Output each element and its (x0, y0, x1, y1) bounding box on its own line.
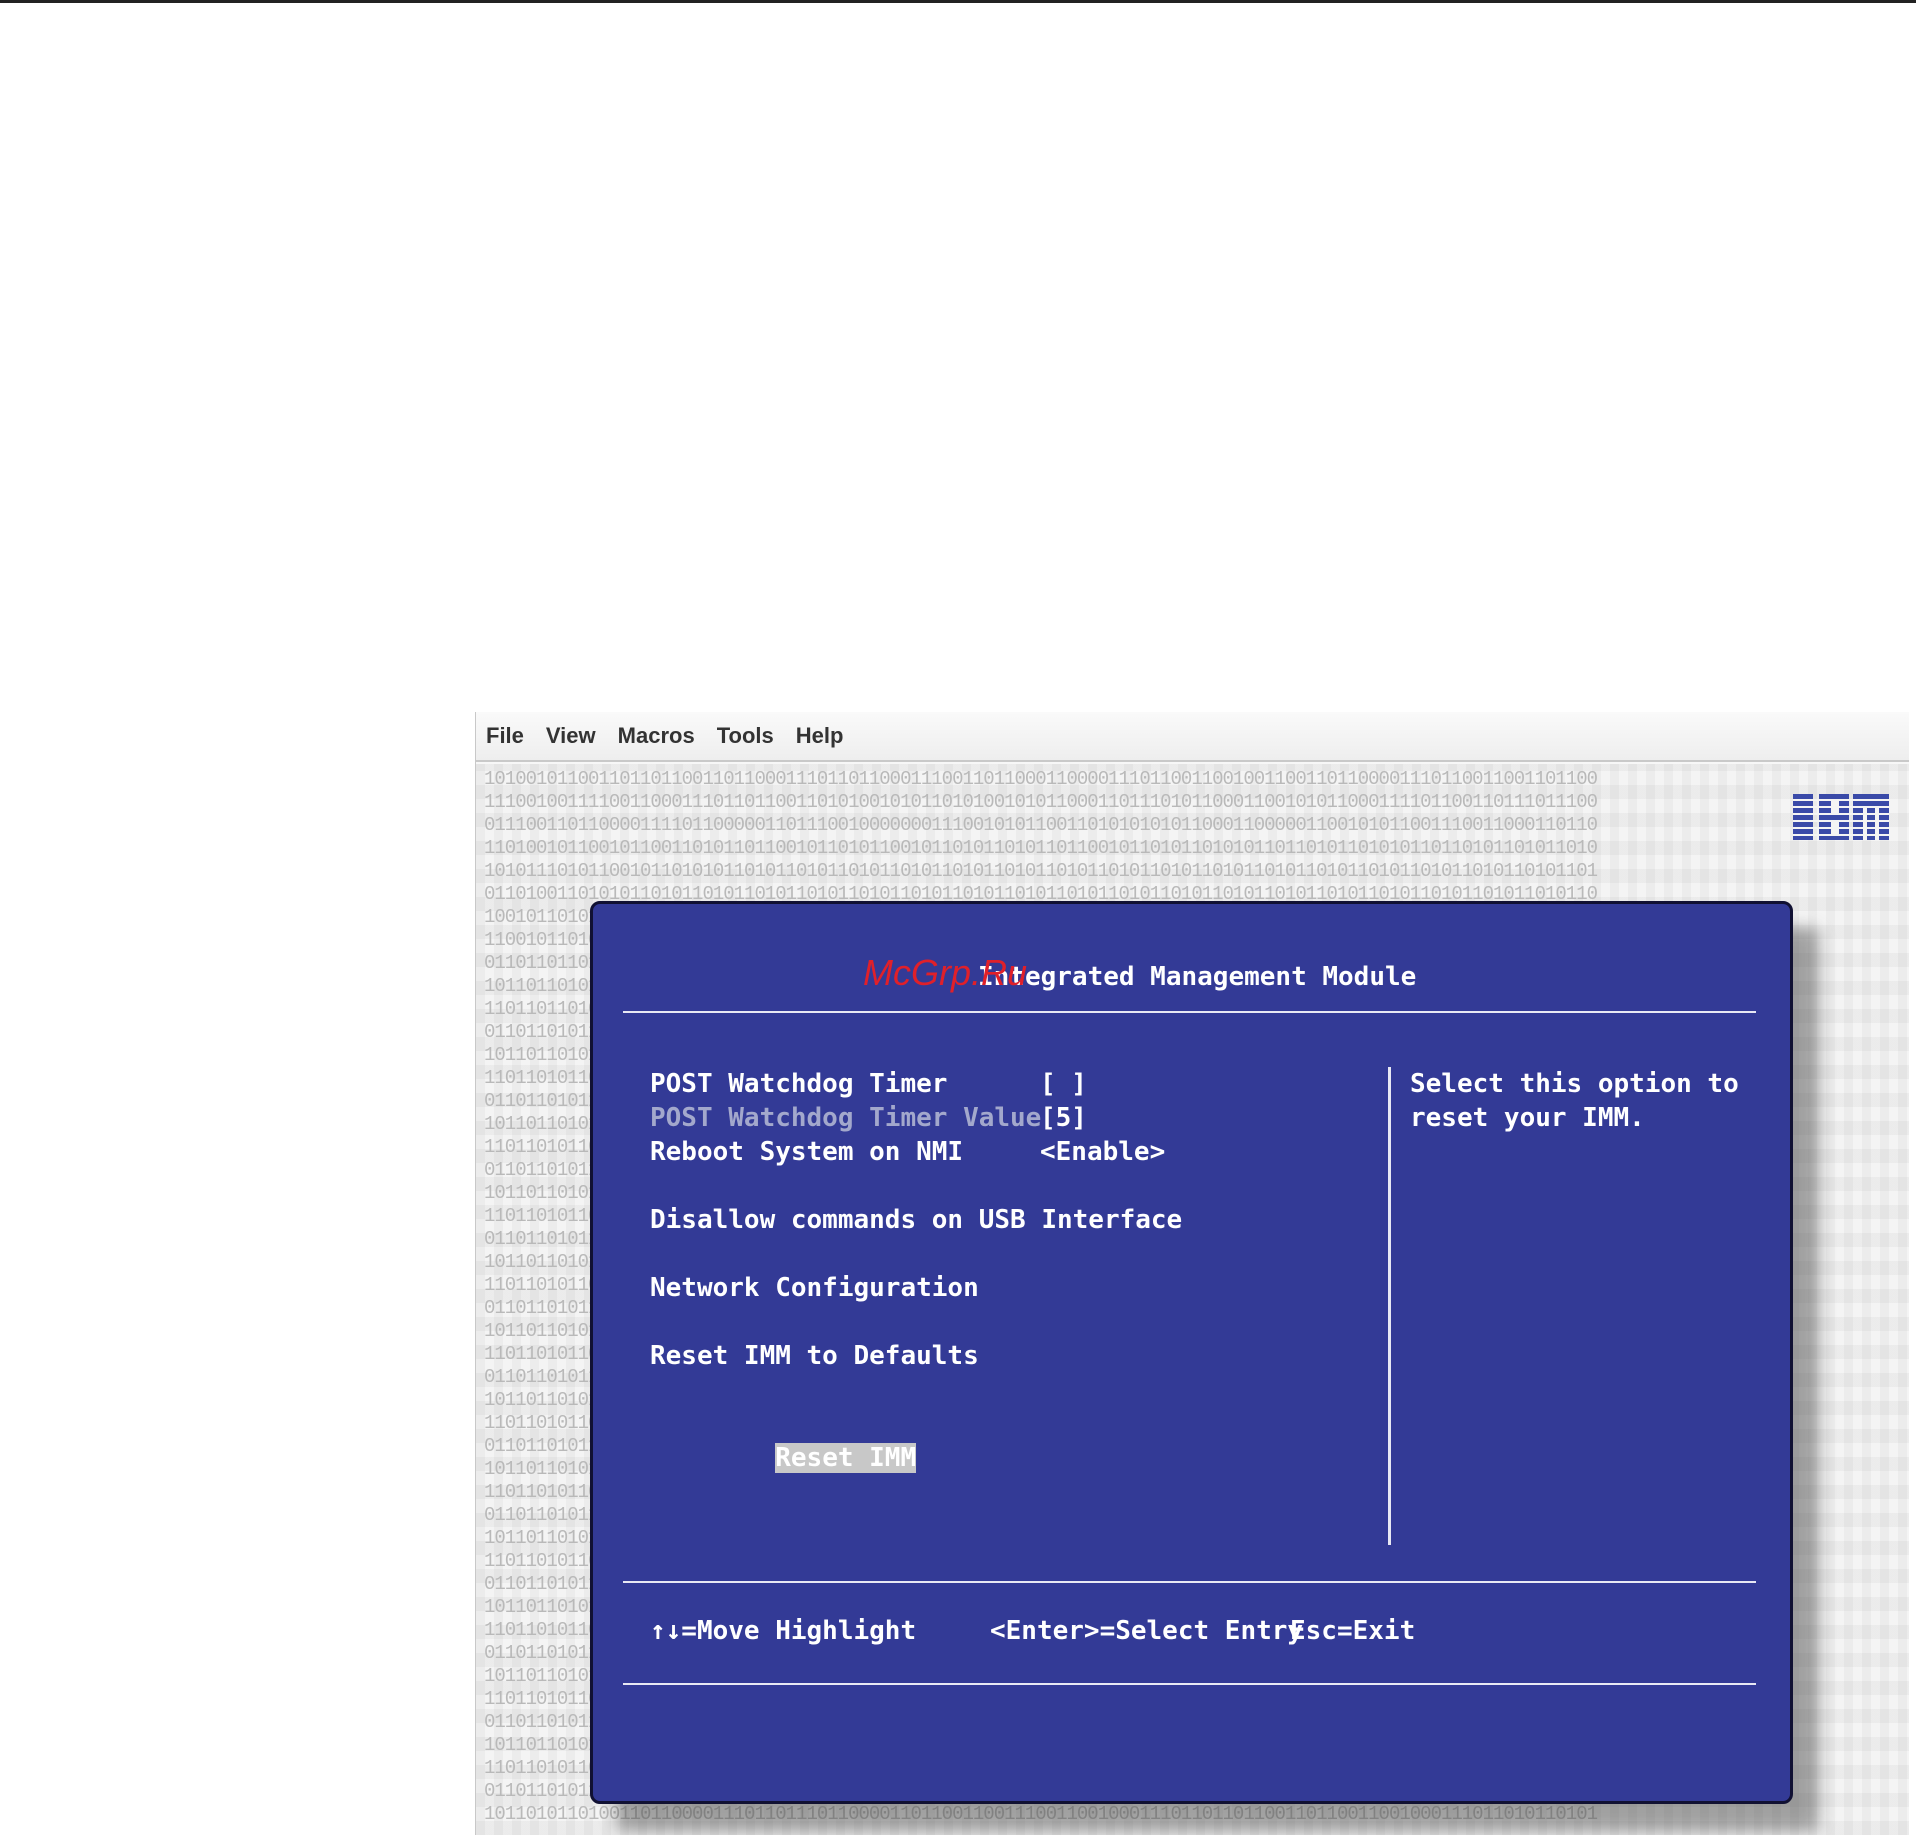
option-reset-imm[interactable]: Reset IMM (650, 1407, 917, 1509)
option-disallow-usb-commands[interactable]: Disallow commands on USB Interface (650, 1203, 1182, 1237)
option-network-configuration[interactable]: Network Configuration (650, 1271, 979, 1305)
help-divider (1388, 1067, 1391, 1545)
setting-post-watchdog-timer-value-field[interactable]: [5] (1040, 1101, 1087, 1135)
option-reset-imm-to-defaults[interactable]: Reset IMM to Defaults (650, 1339, 979, 1373)
setting-post-watchdog-timer-checkbox[interactable]: [ ] (1040, 1067, 1087, 1101)
menu-bar: File View Macros Tools Help (476, 712, 1909, 762)
footer-exit-hint: Esc=Exit (1290, 1616, 1416, 1646)
page-top-rule (0, 0, 1916, 3)
footer-top-divider (623, 1581, 1756, 1583)
menu-help[interactable]: Help (796, 723, 844, 749)
setting-reboot-system-on-nmi-value[interactable]: <Enable> (1040, 1135, 1165, 1169)
menu-tools[interactable]: Tools (717, 723, 774, 749)
footer-bottom-divider (623, 1683, 1756, 1685)
setting-reboot-system-on-nmi[interactable]: Reboot System on NMI (650, 1135, 963, 1169)
setting-post-watchdog-timer-value: POST Watchdog Timer Value (650, 1103, 1042, 1133)
binary-row: 1101001011001011001101011011001011010110… (484, 837, 1598, 859)
watermark-text: McGrp.Ru (863, 952, 1028, 993)
binary-row: 1110010011110011000111011011001101010010… (484, 791, 1598, 813)
menu-view[interactable]: View (546, 723, 596, 749)
footer-select-hint: <Enter>=Select Entry (990, 1616, 1304, 1646)
remote-console-window: File View Macros Tools Help 101001011001… (475, 712, 1909, 1835)
binary-row: 1010111010110010110101011010110101101011… (484, 860, 1598, 882)
footer-move-hint: ↑↓=Move Highlight (650, 1616, 917, 1646)
panel-title: Integrated Management Module (978, 962, 1417, 992)
option-reset-imm-label: Reset IMM (775, 1443, 917, 1473)
title-divider (623, 1011, 1756, 1013)
ibm-logo-icon (1793, 794, 1889, 840)
binary-row: 0111001101100001111011000001101110010000… (484, 814, 1598, 836)
help-text-line-2: reset your IMM. (1410, 1103, 1645, 1133)
console-screen[interactable]: 1010010110011011011001101100011101101100… (476, 764, 1909, 1835)
imm-setup-panel: Integrated Management Module McGrp.Ru PO… (590, 901, 1793, 1804)
menu-macros[interactable]: Macros (618, 723, 695, 749)
menu-file[interactable]: File (486, 723, 524, 749)
setting-post-watchdog-timer[interactable]: POST Watchdog Timer (650, 1067, 947, 1101)
help-text-line-1: Select this option to (1410, 1069, 1739, 1099)
binary-row: 1010010110011011011001101100011101101100… (484, 768, 1598, 790)
